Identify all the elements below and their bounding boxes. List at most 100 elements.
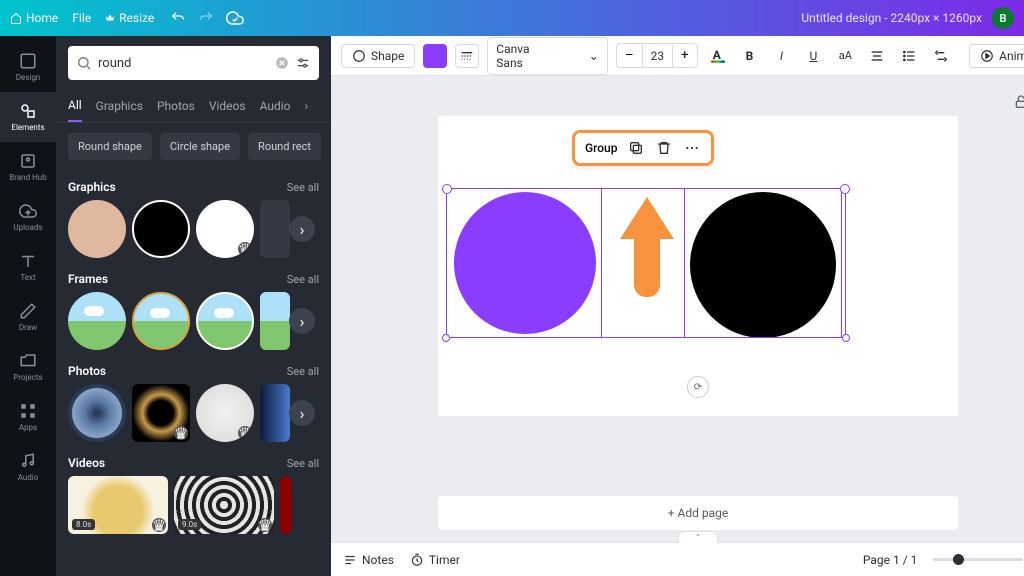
sliders-icon (295, 55, 311, 71)
section-frames: FramesSee all › (56, 262, 331, 354)
font-size-decrease[interactable]: – (617, 44, 642, 67)
video-thumb[interactable] (280, 476, 292, 534)
search-filter-button[interactable] (295, 55, 311, 71)
section-graphics: Graphics See all ♛ › (56, 170, 331, 262)
footer-expand-handle[interactable]: ⌃ (678, 531, 718, 543)
group-button[interactable]: Group (585, 141, 618, 155)
undo-button[interactable] (170, 10, 186, 26)
tab-all[interactable]: All (68, 90, 82, 122)
draw-icon (19, 302, 37, 320)
trash-icon (656, 140, 672, 156)
rail-text[interactable]: Text (0, 242, 56, 292)
font-select[interactable]: Canva Sans⌄ (487, 37, 608, 75)
resize-menu[interactable]: Resize (105, 11, 154, 25)
text-color-button[interactable]: A (706, 44, 730, 68)
redo-button[interactable] (198, 10, 214, 26)
zoom-thumb[interactable] (953, 554, 964, 565)
tab-graphics[interactable]: Graphics (96, 91, 143, 121)
zoom-slider[interactable] (933, 558, 1023, 561)
frame-thumb[interactable] (68, 292, 126, 350)
chip-circle-shape[interactable]: Circle shape (160, 133, 240, 160)
videos-see-all[interactable]: See all (287, 457, 319, 470)
rail-uploads[interactable]: Uploads (0, 192, 56, 242)
home-button[interactable]: Home (10, 11, 58, 25)
graphics-title: Graphics (68, 180, 116, 194)
italic-button[interactable]: I (769, 44, 793, 68)
chip-round-shape[interactable]: Round shape (68, 133, 152, 160)
graphic-thumb[interactable] (132, 200, 190, 258)
frame-thumb[interactable] (260, 292, 290, 350)
graphic-thumb[interactable] (68, 200, 126, 258)
page-indicator[interactable]: Page 1 / 1 (863, 553, 918, 567)
tabs-scroll-right[interactable]: › (304, 99, 308, 113)
avatar[interactable]: B (992, 7, 1014, 29)
video-thumb[interactable]: 9.0s♛ (174, 476, 274, 534)
spacing-button[interactable] (929, 44, 953, 68)
frame-thumb[interactable] (196, 292, 254, 350)
chip-round-rect[interactable]: Round rect (248, 133, 321, 160)
list-icon (901, 48, 917, 64)
canvas-page[interactable]: Group ⟳ (438, 116, 958, 416)
bold-button[interactable]: B (737, 44, 761, 68)
photos-next[interactable]: › (289, 400, 315, 426)
shape-tool-button[interactable]: Shape (341, 44, 415, 68)
photo-thumb[interactable] (68, 384, 126, 442)
rail-projects[interactable]: Projects (0, 342, 56, 392)
video-duration: 8.0s (72, 519, 95, 530)
svg-text:A: A (712, 48, 721, 62)
photo-thumb[interactable]: ♛ (196, 384, 254, 442)
add-page-button[interactable]: + Add page (438, 496, 958, 530)
rail-audio[interactable]: Audio (0, 442, 56, 492)
cloud-sync-button[interactable] (226, 9, 244, 27)
graphic-thumb[interactable]: ♛ (196, 200, 254, 258)
copy-icon (628, 140, 644, 156)
file-menu[interactable]: File (72, 11, 91, 25)
search-input[interactable] (92, 56, 275, 71)
delete-button[interactable] (655, 139, 673, 157)
align-button[interactable] (865, 44, 889, 68)
notes-button[interactable]: Notes (343, 553, 394, 567)
frames-next[interactable]: › (289, 308, 315, 334)
cloud-check-icon (226, 9, 244, 27)
timer-button[interactable]: Timer (410, 553, 460, 567)
graphics-see-all[interactable]: See all (287, 181, 319, 194)
font-size-input[interactable]: 23 (642, 45, 673, 67)
tab-videos[interactable]: Videos (209, 91, 246, 121)
crown-icon: ♛ (238, 426, 252, 440)
graphic-thumb[interactable] (260, 200, 290, 258)
fill-color-swatch[interactable] (423, 44, 447, 68)
text-case-button[interactable]: aA (833, 44, 857, 68)
photos-see-all[interactable]: See all (287, 365, 319, 378)
rail-elements[interactable]: Elements (0, 92, 56, 142)
graphics-next[interactable]: › (289, 216, 315, 242)
animate-button[interactable]: Animate (969, 44, 1024, 68)
document-title[interactable]: Untitled design - 2240px × 1260px (801, 11, 982, 25)
rail-brand-hub[interactable]: Brand Hub (0, 142, 56, 192)
rail-draw[interactable]: Draw (0, 292, 56, 342)
section-photos: PhotosSee all ♛ ♛ › (56, 354, 331, 446)
font-size-increase[interactable]: + (673, 44, 697, 67)
underline-button[interactable]: U (801, 44, 825, 68)
redo-icon (198, 10, 214, 26)
rail-apps[interactable]: Apps (0, 392, 56, 442)
photo-thumb[interactable]: ♛ (132, 384, 190, 442)
tab-audio[interactable]: Audio (260, 91, 291, 121)
multi-selection-box[interactable] (446, 188, 846, 338)
more-button[interactable] (683, 139, 701, 157)
crown-icon: ♛ (258, 518, 272, 532)
frame-thumb[interactable] (132, 292, 190, 350)
video-thumb[interactable]: 8.0s♛ (68, 476, 168, 534)
sync-indicator[interactable]: ⟳ (687, 376, 709, 398)
undo-icon (170, 10, 186, 26)
photo-thumb[interactable] (260, 384, 290, 442)
duplicate-button[interactable] (627, 139, 645, 157)
tab-photos[interactable]: Photos (157, 91, 195, 121)
canvas-area[interactable]: Group ⟳ (331, 76, 1024, 484)
home-label: Home (26, 11, 58, 25)
frames-see-all[interactable]: See all (287, 273, 319, 286)
clear-search-icon[interactable] (275, 56, 289, 70)
list-button[interactable] (897, 44, 921, 68)
text-color-icon: A (709, 47, 727, 65)
rail-design[interactable]: Design (0, 42, 56, 92)
border-style-button[interactable] (455, 44, 479, 68)
